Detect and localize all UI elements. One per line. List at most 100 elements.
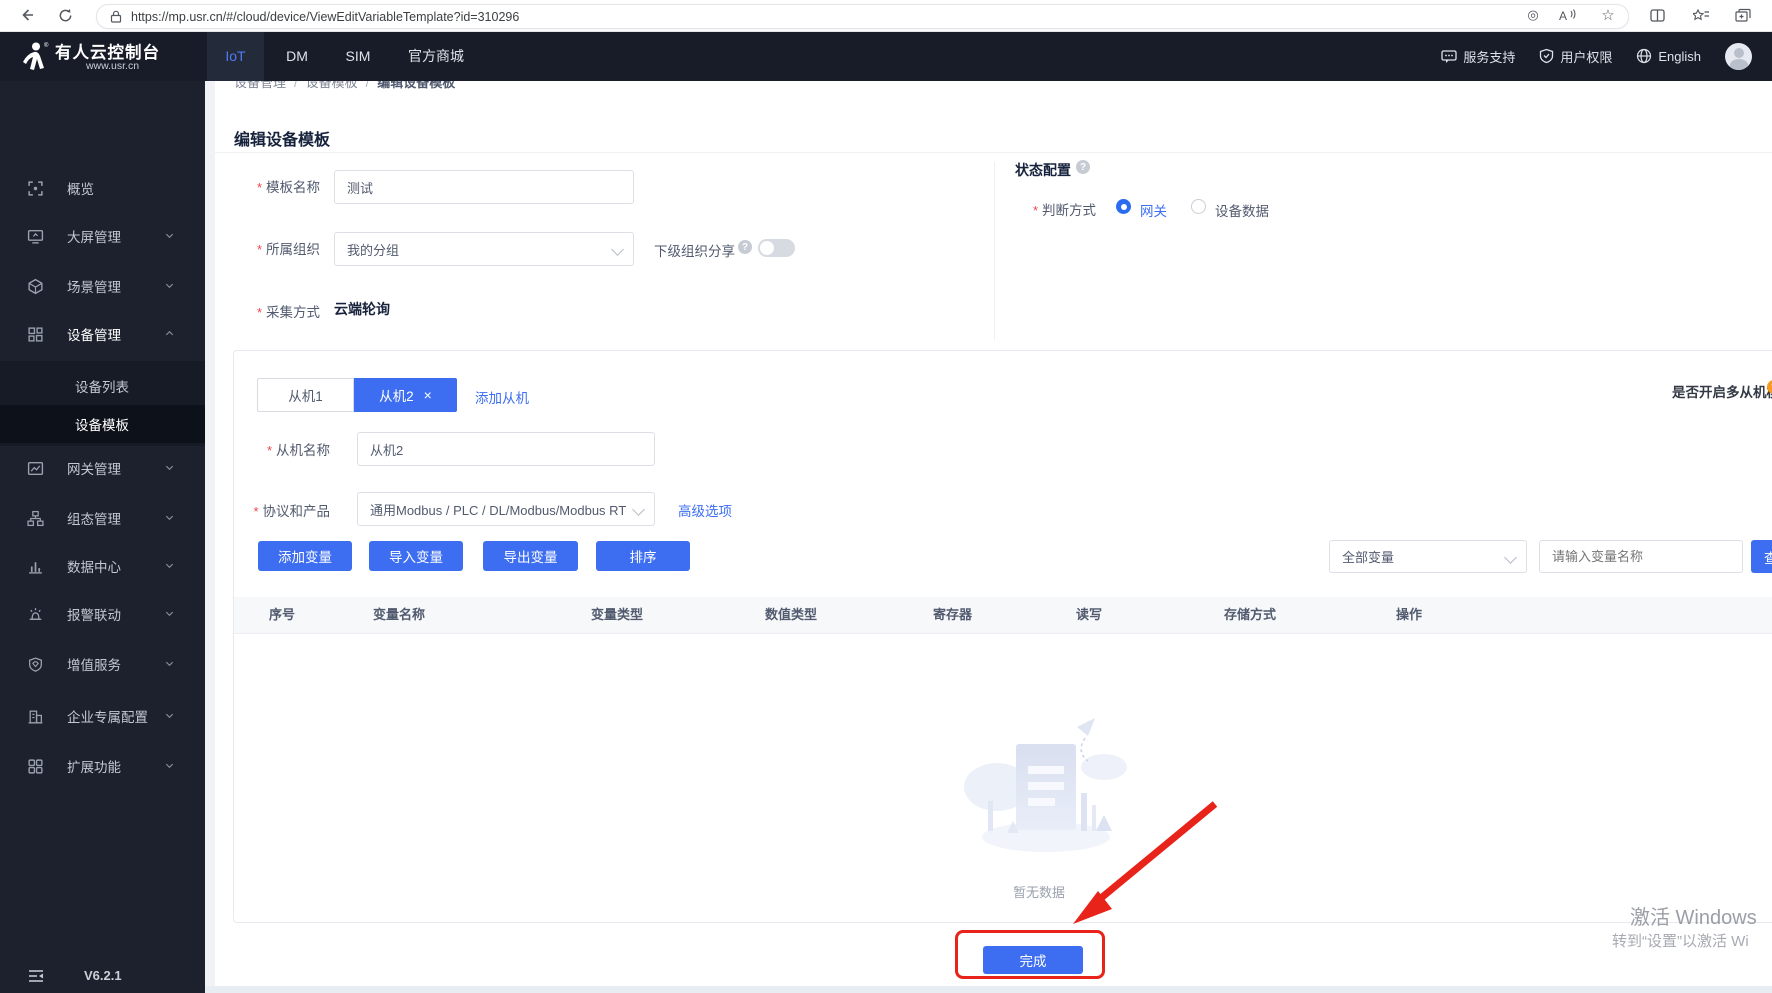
service-support[interactable]: 服务支持: [1441, 47, 1515, 66]
chevron-down-icon: [164, 462, 176, 474]
radio-gateway-label[interactable]: 网关: [1140, 200, 1167, 220]
sidebar-item-gateway[interactable]: 网关管理: [0, 444, 205, 492]
svg-text:®: ®: [44, 42, 49, 49]
chevron-down-icon: [164, 760, 176, 772]
usr-logo-icon[interactable]: ®: [17, 40, 51, 74]
sidebar-item-device-list[interactable]: 设备列表: [0, 367, 205, 405]
browser-toolbar: https://mp.usr.cn/#/cloud/device/ViewEdi…: [0, 0, 1772, 32]
variable-type-filter-select[interactable]: 全部变量: [1329, 540, 1527, 573]
organization-select[interactable]: 我的分组: [334, 232, 634, 266]
form-vertical-divider: [994, 162, 995, 340]
page-bottom-strip: [205, 986, 1772, 993]
share-label: 下级组织分享: [654, 244, 735, 259]
nav-tab-iot[interactable]: IoT: [207, 31, 264, 81]
judge-method-label: 判断方式: [1010, 199, 1096, 219]
template-name-input-wrap: [334, 170, 634, 204]
activate-windows-watermark-line2: 转到“设置”以激活 Wi: [1612, 933, 1749, 950]
tab-slave2[interactable]: 从机2 ×: [354, 378, 457, 412]
radio-device-data[interactable]: [1191, 199, 1206, 214]
user-avatar[interactable]: [1725, 42, 1752, 70]
sidebar-item-scada[interactable]: 组态管理: [0, 494, 205, 542]
gem-shield-icon: [27, 656, 44, 673]
sidebar-item-extensions[interactable]: 扩展功能: [0, 742, 205, 790]
shield-icon: [1540, 48, 1554, 64]
collections-icon[interactable]: [1732, 4, 1754, 26]
browser-refresh-button[interactable]: [54, 4, 76, 26]
page-title: 编辑设备模板: [234, 132, 331, 149]
status-help-icon[interactable]: ?: [1076, 160, 1090, 174]
table-header: 数值类型: [765, 607, 818, 622]
url-bar[interactable]: https://mp.usr.cn/#/cloud/device/ViewEdi…: [96, 4, 1629, 29]
lock-icon: [110, 10, 122, 23]
variable-search-input[interactable]: [1540, 541, 1742, 572]
logo-subtitle: www.usr.cn: [85, 60, 140, 72]
sidebar-item-bigscreen[interactable]: 大屏管理: [0, 212, 205, 260]
split-screen-icon[interactable]: [1646, 4, 1668, 26]
chevron-down-icon: [164, 280, 176, 292]
nodes-icon: [27, 510, 44, 527]
protocol-select[interactable]: 通用Modbus / PLC / DL/Modbus/Modbus RT: [357, 492, 655, 526]
add-slave-link[interactable]: 添加从机: [475, 387, 529, 407]
add-variable-button[interactable]: 添加变量: [258, 541, 352, 571]
cube-icon: [27, 278, 44, 295]
url-text: https://mp.usr.cn/#/cloud/device/ViewEdi…: [131, 9, 520, 24]
chevron-down-icon: [632, 503, 645, 516]
sidebar-item-enterprise[interactable]: 企业专属配置: [0, 692, 205, 740]
gateway-chart-icon: [27, 460, 44, 477]
read-aloud-icon[interactable]: A: [1556, 4, 1578, 26]
nav-tab-mall[interactable]: 官方商城: [396, 31, 476, 81]
empty-state-text: 暂无数据: [1012, 885, 1065, 900]
organization-value: 我的分组: [347, 242, 400, 258]
nav-tab-dm[interactable]: DM: [272, 31, 322, 81]
send-to-device-icon[interactable]: ◎: [1522, 4, 1544, 26]
sort-button[interactable]: 排序: [596, 541, 690, 571]
device-grid-icon: [27, 326, 44, 343]
advanced-options-link[interactable]: 高级选项: [678, 500, 732, 520]
sidebar-item-device-template[interactable]: 设备模板: [0, 405, 205, 443]
title-divider: [215, 152, 1772, 153]
favorites-bar-icon[interactable]: [1690, 4, 1712, 26]
sidebar-submenu: 设备列表 设备模板: [0, 361, 205, 446]
share-help-icon[interactable]: ?: [738, 240, 752, 254]
user-permissions[interactable]: 用户权限: [1539, 47, 1612, 66]
status-config-title: 状态配置: [1015, 162, 1071, 178]
export-variable-button[interactable]: 导出变量: [483, 541, 578, 571]
sidebar-item-scene[interactable]: 场景管理: [0, 262, 205, 310]
bar-chart-icon: [27, 558, 44, 575]
chevron-down-icon: [1504, 551, 1517, 564]
sidebar-item-vas[interactable]: 增值服务: [0, 640, 205, 688]
sidebar-footer: V6.2.1: [0, 967, 205, 993]
language-switch[interactable]: English: [1636, 48, 1701, 64]
search-button[interactable]: 查询: [1751, 540, 1772, 573]
favorite-star-icon[interactable]: ☆: [1597, 4, 1619, 26]
chevron-down-icon: [164, 658, 176, 670]
variable-type-filter-value: 全部变量: [1342, 550, 1395, 565]
sidebar-item-alarm[interactable]: 报警联动: [0, 590, 205, 638]
sidebar-item-overview[interactable]: 概览: [0, 164, 205, 212]
done-button[interactable]: 完成: [983, 946, 1083, 974]
nav-tab-sim[interactable]: SIM: [332, 31, 384, 81]
browser-back-button[interactable]: [16, 4, 38, 26]
import-variable-button[interactable]: 导入变量: [369, 541, 463, 571]
version-label: V6.2.1: [84, 968, 122, 983]
collapse-sidebar-icon[interactable]: [28, 969, 44, 983]
share-toggle[interactable]: [758, 239, 795, 257]
top-navbar: ® 有人云控制台 www.usr.cn IoT DM SIM 官方商城 服务支持…: [0, 31, 1772, 81]
variable-search-wrap: [1539, 540, 1743, 573]
radio-gateway[interactable]: [1116, 199, 1131, 214]
chevron-down-icon: [164, 230, 176, 242]
template-name-input[interactable]: [335, 171, 633, 203]
tab-slave1[interactable]: 从机1: [257, 378, 354, 412]
slave-name-input[interactable]: [358, 433, 654, 465]
sidebar-item-data-center[interactable]: 数据中心: [0, 542, 205, 590]
building-icon: [27, 708, 44, 725]
navbar-right: 服务支持 用户权限 English: [1441, 31, 1752, 81]
table-header: 存储方式: [1224, 607, 1277, 622]
close-icon[interactable]: ×: [424, 387, 432, 403]
chevron-up-icon: [164, 328, 176, 340]
organization-label: 所属组织: [230, 238, 320, 258]
collect-value: 云端轮询: [334, 301, 390, 317]
sidebar-item-device[interactable]: 设备管理: [0, 310, 205, 358]
radio-device-data-label[interactable]: 设备数据: [1215, 200, 1269, 220]
alarm-icon: [27, 606, 44, 623]
